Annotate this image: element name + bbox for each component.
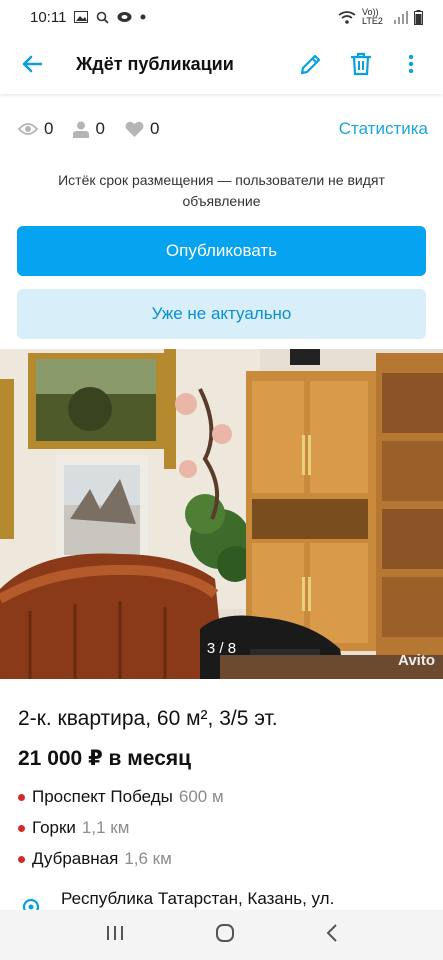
back-button[interactable] (14, 46, 50, 82)
heart-icon (125, 121, 144, 137)
system-back-button[interactable] (326, 923, 338, 947)
battery-icon (414, 9, 423, 25)
views-stat: 0 (18, 119, 53, 139)
metro-distance: 1,6 км (124, 849, 172, 868)
metro-station: Горки 1,1 км (18, 818, 129, 838)
metro-line-icon (18, 793, 25, 801)
home-icon (215, 923, 234, 942)
person-icon (73, 121, 90, 138)
trash-icon (351, 52, 371, 76)
metro-name: Горки (32, 818, 76, 837)
app-notification-icon (117, 11, 132, 23)
gallery-icon (74, 11, 89, 23)
metro-distance: 600 м (178, 787, 224, 806)
avito-watermark: Avito (398, 652, 435, 669)
delete-button[interactable] (343, 46, 379, 82)
room-photo-image (0, 349, 443, 679)
metro-name: Проспект Победы (32, 787, 173, 806)
publish-button[interactable]: Опубликовать (17, 226, 426, 276)
favorites-stat: 0 (125, 119, 159, 139)
more-vertical-icon (408, 54, 414, 74)
listing-title: 2-к. квартира, 60 м², 3/5 эт. (18, 707, 278, 730)
metro-station: Проспект Победы 600 м (18, 787, 224, 807)
views-count: 0 (44, 119, 54, 138)
dot-icon (140, 14, 146, 20)
wifi-icon (338, 10, 356, 24)
metro-distance: 1,1 км (81, 818, 130, 837)
contacts-stat: 0 (73, 119, 105, 139)
listing-price: 21 000 ₽ в месяц (18, 747, 192, 770)
system-nav-bar (0, 910, 443, 960)
network-type: Vo)) LTE2 (362, 7, 383, 26)
eye-icon (18, 123, 38, 135)
app-bar: Ждёт публикации (0, 34, 443, 94)
not-actual-button[interactable]: Уже не актуально (17, 289, 426, 339)
more-menu-button[interactable] (393, 46, 429, 82)
chevron-left-icon (326, 923, 337, 942)
edit-button[interactable] (293, 46, 329, 82)
contacts-count: 0 (95, 119, 105, 138)
home-button[interactable] (215, 923, 235, 948)
status-bar: 10:11 Vo)) LTE2 (0, 0, 443, 34)
listing-address: Республика Татарстан, Казань, ул. (0, 884, 443, 910)
arrow-left-icon (22, 55, 42, 73)
photo-counter: 3 / 8 (206, 640, 237, 657)
signal-icon (394, 10, 408, 24)
stats-row: 0 0 0 Статистика (18, 114, 428, 144)
address-text: Республика Татарстан, Казань, ул. (61, 889, 335, 908)
metro-name: Дубравная (32, 849, 119, 868)
metro-line-icon (18, 855, 25, 863)
listing-photo[interactable]: 3 / 8 Avito (0, 349, 443, 679)
favorites-count: 0 (149, 119, 160, 138)
statistics-link[interactable]: Статистика (339, 119, 428, 139)
expired-notice: Истёк срок размещения — пользователи не … (58, 172, 385, 209)
status-time: 10:11 (30, 8, 67, 26)
metro-station: Дубравная 1,6 км (18, 849, 172, 869)
recent-apps-button[interactable] (106, 925, 124, 946)
recent-apps-icon (106, 925, 123, 940)
pencil-icon (300, 54, 321, 75)
page-title: Ждёт публикации (76, 53, 234, 74)
location-pin-icon (22, 898, 40, 910)
metro-line-icon (18, 824, 25, 832)
search-icon (96, 11, 110, 24)
